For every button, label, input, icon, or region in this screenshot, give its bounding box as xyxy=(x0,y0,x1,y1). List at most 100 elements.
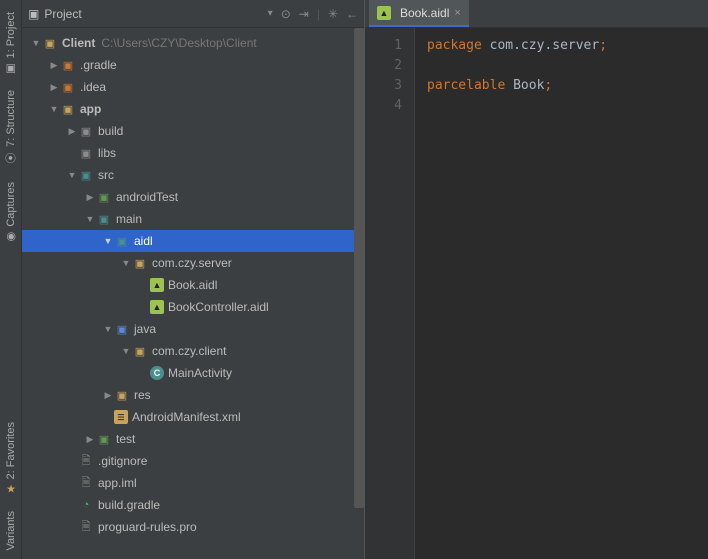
tree-row[interactable]: ▼▣ app xyxy=(22,98,364,120)
folder-green-icon: ▣ xyxy=(96,431,112,447)
project-view-label[interactable]: Project xyxy=(44,7,81,21)
tree-label: com.czy.client xyxy=(152,344,226,358)
tree-label: build xyxy=(98,124,123,138)
code-area[interactable]: 1 2 3 4 package com.czy.server; parcelab… xyxy=(365,28,708,559)
caret-closed-icon[interactable]: ▶ xyxy=(48,60,60,71)
tree-path: C:\Users\CZY\Desktop\Client xyxy=(101,36,256,50)
tab-variants[interactable]: Variants xyxy=(3,503,19,559)
tree-row[interactable]: ☰ AndroidManifest.xml xyxy=(22,406,364,428)
tree-row[interactable]: ▶▣.gradle xyxy=(22,54,364,76)
caret-closed-icon[interactable]: ▶ xyxy=(84,434,96,445)
folder-teal-icon: ▣ xyxy=(114,233,130,249)
tree-row[interactable]: ▼▣ main xyxy=(22,208,364,230)
caret-open-icon[interactable]: ▼ xyxy=(102,236,114,246)
close-icon[interactable]: × xyxy=(454,7,460,19)
tree-label: app xyxy=(80,102,101,116)
tree-row[interactable]: ▶▣ test xyxy=(22,428,364,450)
tree-row[interactable]: ▲BookController.aidl xyxy=(22,296,364,318)
caret-open-icon[interactable]: ▼ xyxy=(48,104,60,114)
captures-icon: ◉ xyxy=(6,230,16,243)
tab-favorites[interactable]: ★2: Favorites xyxy=(3,414,19,503)
folder-teal-icon: ▣ xyxy=(78,167,94,183)
caret-open-icon[interactable]: ▼ xyxy=(120,258,132,268)
tree-label: test xyxy=(116,432,135,446)
collapse-icon[interactable]: ⊙ xyxy=(281,7,291,21)
tree-label: java xyxy=(134,322,156,336)
caret-closed-icon[interactable]: ▶ xyxy=(84,192,96,203)
tree-label: androidTest xyxy=(116,190,178,204)
tree-label: Book.aidl xyxy=(168,278,217,292)
tree-label: res xyxy=(134,388,151,402)
tree-label: libs xyxy=(98,146,116,160)
tool-window-tabs: ▣1: Project ⦿7: Structure ◉Captures ★2: … xyxy=(0,0,22,559)
dropdown-icon[interactable]: ▾ xyxy=(268,8,273,19)
folder-orange-icon: ▣ xyxy=(60,79,76,95)
tree-row[interactable]: ▼▣ Client C:\Users\CZY\Desktop\Client xyxy=(22,32,364,54)
tree-row[interactable]: ◔ build.gradle xyxy=(22,494,364,516)
tree-row[interactable]: 🗎 .gitignore xyxy=(22,450,364,472)
caret-open-icon[interactable]: ▼ xyxy=(120,346,132,356)
tree-row[interactable]: ▼▣ com.czy.server xyxy=(22,252,364,274)
caret-open-icon[interactable]: ▼ xyxy=(102,324,114,334)
tree-row[interactable]: 🗎app.iml xyxy=(22,472,364,494)
project-panel-header: ▣ Project ▾ ⊙ ⇥ | ✳ ← xyxy=(22,0,364,28)
folder-yellow-icon: ▣ xyxy=(60,101,76,117)
tree-row[interactable]: ▶▣.idea xyxy=(22,76,364,98)
caret-open-icon[interactable]: ▼ xyxy=(66,170,78,180)
file-icon: 🗎 xyxy=(78,453,94,469)
folder-yellow-icon: ▣ xyxy=(114,387,130,403)
file-icon: 🗎 xyxy=(78,519,94,535)
tree-row[interactable]: ▼▣ com.czy.client xyxy=(22,340,364,362)
tab-label: Book.aidl xyxy=(400,6,449,20)
tree-label: Client xyxy=(62,36,95,50)
tree-label: aidl xyxy=(134,234,153,248)
folder-blue-icon: ▣ xyxy=(114,321,130,337)
editor: ▲ Book.aidl × 1 2 3 4 package com.czy.se… xyxy=(365,0,708,559)
tree-row[interactable]: ▣libs xyxy=(22,142,364,164)
scroll-from-source-icon[interactable]: ⇥ xyxy=(299,7,309,21)
folder-yellow-icon: ▣ xyxy=(42,35,58,51)
folder-teal-icon: ▣ xyxy=(96,211,112,227)
tree-label: AndroidManifest.xml xyxy=(132,410,241,424)
caret-closed-icon[interactable]: ▶ xyxy=(102,390,114,401)
aidl-file-icon: ▲ xyxy=(377,6,391,20)
caret-closed-icon[interactable]: ▶ xyxy=(48,82,60,93)
code-text[interactable]: package com.czy.server; parcelable Book; xyxy=(415,28,607,559)
folder-yellow-icon: ▣ xyxy=(132,343,148,359)
scrollbar[interactable] xyxy=(354,28,364,559)
tab-project[interactable]: ▣1: Project xyxy=(3,4,19,82)
tab-captures[interactable]: ◉Captures xyxy=(3,174,19,251)
tree-row[interactable]: ▶▣ res xyxy=(22,384,364,406)
caret-open-icon[interactable]: ▼ xyxy=(30,38,42,48)
tab-structure[interactable]: ⦿7: Structure xyxy=(3,82,19,174)
editor-tab-book-aidl[interactable]: ▲ Book.aidl × xyxy=(369,0,469,27)
tree-row[interactable]: ▶▣ build xyxy=(22,120,364,142)
folder-gray-icon: ▣ xyxy=(78,123,94,139)
tree-label: .gitignore xyxy=(98,454,147,468)
xmlico-icon: ☰ xyxy=(114,410,128,424)
tree-label: main xyxy=(116,212,142,226)
gutter: 1 2 3 4 xyxy=(365,28,415,559)
kotlin-c-icon: C xyxy=(150,366,164,380)
structure-icon: ⦿ xyxy=(5,150,16,166)
caret-closed-icon[interactable]: ▶ xyxy=(66,126,78,137)
tree-row[interactable]: 🗎 proguard-rules.pro xyxy=(22,516,364,538)
tree-row[interactable]: ▼▣ java xyxy=(22,318,364,340)
caret-open-icon[interactable]: ▼ xyxy=(84,214,96,224)
tree-row[interactable]: ▶▣androidTest xyxy=(22,186,364,208)
tree-label: com.czy.server xyxy=(152,256,232,270)
tree-row[interactable]: ▼▣ src xyxy=(22,164,364,186)
tree-label: proguard-rules.pro xyxy=(98,520,197,534)
tree-label: build.gradle xyxy=(98,498,160,512)
favorites-icon: ★ xyxy=(6,482,16,495)
tree-row[interactable]: ▲Book.aidl xyxy=(22,274,364,296)
hide-icon[interactable]: ← xyxy=(346,7,358,21)
tree-label: src xyxy=(98,168,114,182)
file-icon: 🗎 xyxy=(78,475,94,491)
tree-row[interactable]: ▼▣ aidl xyxy=(22,230,364,252)
gradle-icon: ◔ xyxy=(78,497,94,513)
tree-label: MainActivity xyxy=(168,366,232,380)
gear-icon[interactable]: ✳ xyxy=(328,7,338,21)
folder-yellow-icon: ▣ xyxy=(132,255,148,271)
tree-row[interactable]: C MainActivity xyxy=(22,362,364,384)
